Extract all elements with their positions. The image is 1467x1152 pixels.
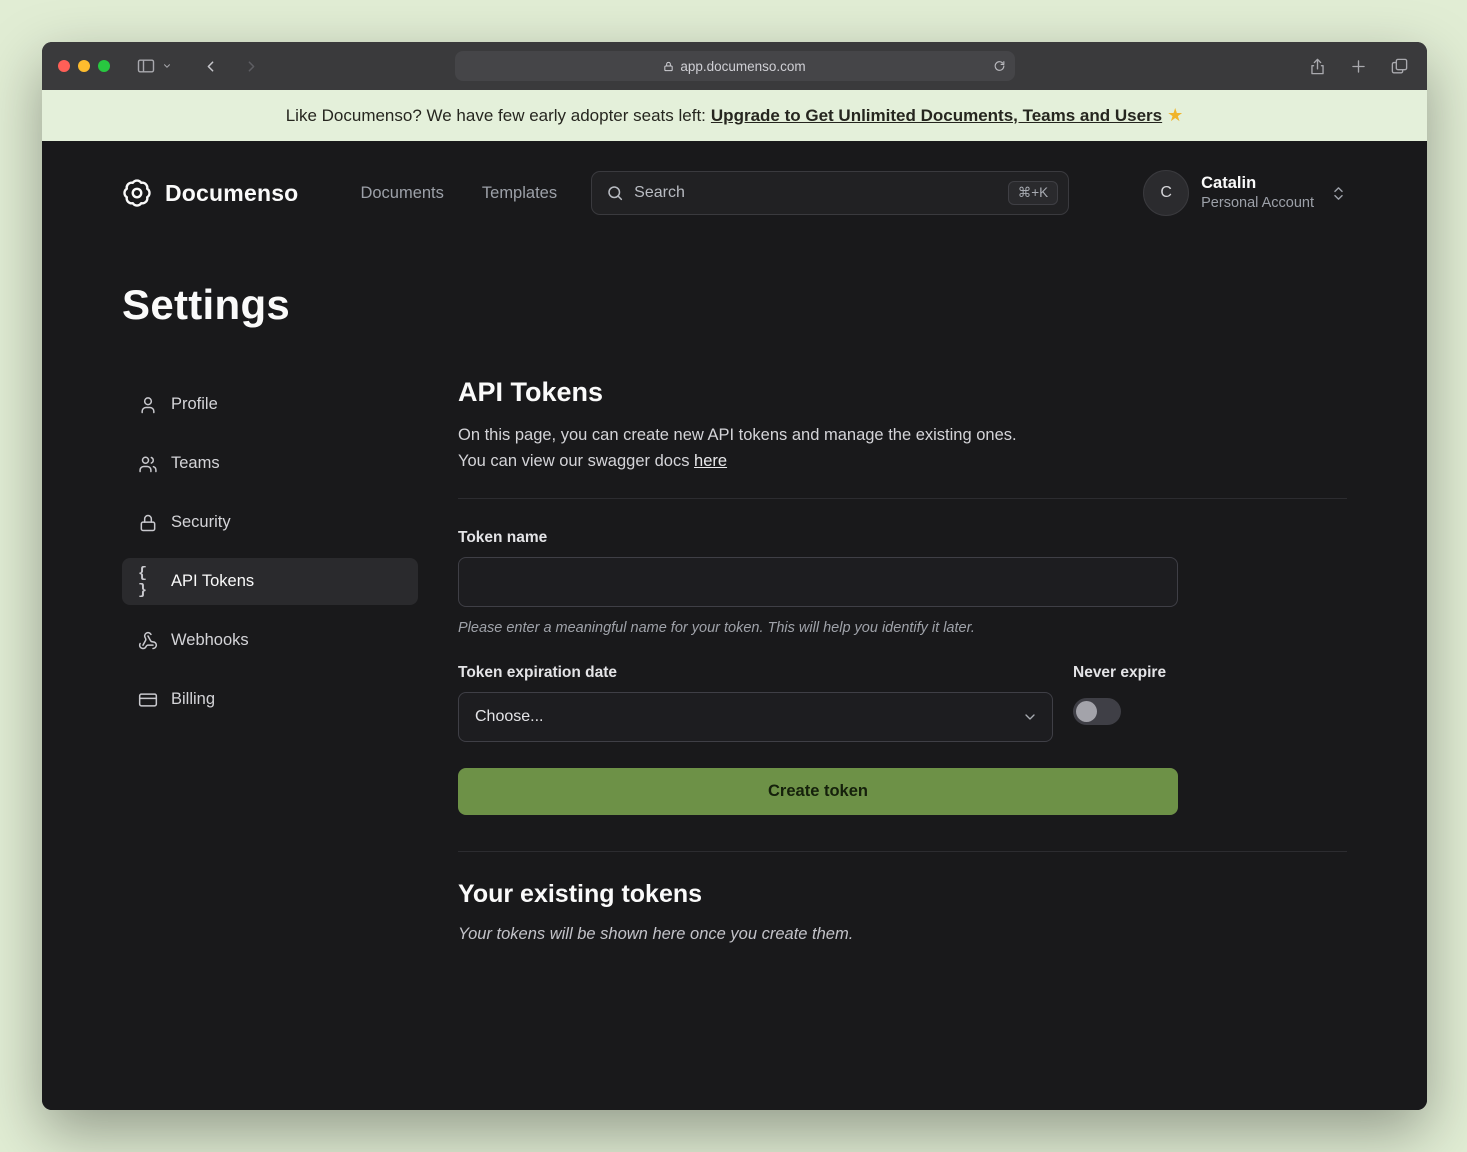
user-menu[interactable]: C Catalin Personal Account	[1143, 170, 1347, 216]
browser-window: app.documenso.com Like Documenso? We hav…	[42, 42, 1427, 1110]
chevron-down-icon	[1022, 709, 1038, 725]
promo-banner: Like Documenso? We have few early adopte…	[42, 90, 1427, 141]
settings-sidebar: Profile Teams Security { } API Token	[122, 381, 418, 944]
minimize-button[interactable]	[78, 60, 90, 72]
credit-card-icon	[138, 690, 158, 710]
star-icon: ★	[1167, 105, 1183, 126]
nav-templates[interactable]: Templates	[482, 184, 557, 203]
sidebar-item-teams[interactable]: Teams	[122, 440, 418, 487]
create-token-form: Token name Please enter a meaningful nam…	[458, 529, 1178, 815]
lock-icon	[138, 513, 158, 533]
user-icon	[138, 395, 158, 415]
panel-title: API Tokens	[458, 377, 1347, 408]
brand-name: Documenso	[165, 180, 298, 207]
panel-description-line1: On this page, you can create new API tok…	[458, 426, 1017, 444]
browser-titlebar: app.documenso.com	[42, 42, 1427, 90]
tab-overview-icon[interactable]	[1390, 57, 1409, 76]
search-icon	[606, 184, 624, 202]
expiration-select-value: Choose...	[475, 708, 543, 726]
brand-logo[interactable]: Documenso	[122, 178, 298, 208]
swagger-docs-link[interactable]: here	[694, 452, 727, 470]
sidebar-item-billing[interactable]: Billing	[122, 676, 418, 723]
sidebar-toggle-icon[interactable]	[136, 56, 156, 76]
existing-tokens-title: Your existing tokens	[458, 880, 1347, 909]
main-nav: Documents Templates	[360, 184, 557, 203]
fullscreen-button[interactable]	[98, 60, 110, 72]
search-shortcut-badge: ⌘+K	[1008, 181, 1058, 205]
address-bar-url: app.documenso.com	[680, 59, 805, 74]
global-search[interactable]: ⌘+K	[591, 171, 1069, 215]
token-name-helper: Please enter a meaningful name for your …	[458, 620, 1178, 636]
token-name-input[interactable]	[458, 557, 1178, 607]
token-name-label: Token name	[458, 529, 1178, 547]
toggle-knob	[1076, 701, 1097, 722]
braces-icon: { }	[138, 565, 158, 599]
users-icon	[138, 454, 158, 474]
sidebar-item-label: API Tokens	[171, 572, 254, 591]
sidebar-item-webhooks[interactable]: Webhooks	[122, 617, 418, 664]
new-tab-icon[interactable]	[1349, 57, 1368, 76]
user-account-type: Personal Account	[1201, 194, 1314, 213]
window-controls	[58, 60, 110, 72]
sidebar-item-label: Webhooks	[171, 631, 249, 650]
divider	[458, 851, 1347, 852]
never-expire-label: Never expire	[1073, 664, 1166, 682]
share-icon[interactable]	[1308, 57, 1327, 76]
close-button[interactable]	[58, 60, 70, 72]
create-token-button[interactable]: Create token	[458, 768, 1178, 815]
app-header: Documenso Documents Templates ⌘+K C Cata…	[42, 141, 1427, 245]
documenso-logo-icon	[122, 178, 152, 208]
existing-tokens-empty-message: Your tokens will be shown here once you …	[458, 925, 1347, 944]
promo-text: Like Documenso? We have few early adopte…	[286, 106, 706, 126]
existing-tokens-section: Your existing tokens Your tokens will be…	[458, 880, 1347, 944]
reload-icon[interactable]	[993, 60, 1006, 73]
page-title: Settings	[42, 245, 1427, 329]
sidebar-item-label: Billing	[171, 690, 215, 709]
divider	[458, 498, 1347, 499]
nav-documents[interactable]: Documents	[360, 184, 443, 203]
sidebar-item-profile[interactable]: Profile	[122, 381, 418, 428]
forward-button-icon[interactable]	[243, 58, 260, 75]
lock-icon	[663, 61, 674, 72]
chevrons-up-down-icon	[1330, 185, 1347, 202]
sidebar-item-label: Security	[171, 513, 231, 532]
search-input[interactable]	[634, 184, 998, 202]
user-name: Catalin	[1201, 173, 1314, 194]
sidebar-item-security[interactable]: Security	[122, 499, 418, 546]
panel-description: On this page, you can create new API tok…	[458, 423, 1347, 474]
avatar[interactable]: C	[1143, 170, 1189, 216]
app-content: Documenso Documents Templates ⌘+K C Cata…	[42, 141, 1427, 1110]
expiration-label: Token expiration date	[458, 664, 1053, 682]
api-tokens-panel: API Tokens On this page, you can create …	[458, 381, 1347, 944]
sidebar-item-api-tokens[interactable]: { } API Tokens	[122, 558, 418, 605]
webhook-icon	[138, 631, 158, 651]
expiration-select[interactable]: Choose...	[458, 692, 1053, 742]
sidebar-item-label: Teams	[171, 454, 220, 473]
sidebar-item-label: Profile	[171, 395, 218, 414]
panel-description-line2: You can view our swagger docs	[458, 452, 694, 470]
back-button-icon[interactable]	[202, 58, 219, 75]
upgrade-link[interactable]: Upgrade to Get Unlimited Documents, Team…	[711, 106, 1162, 126]
never-expire-toggle[interactable]	[1073, 698, 1121, 725]
sidebar-dropdown-chevron-icon[interactable]	[162, 61, 172, 71]
address-bar[interactable]: app.documenso.com	[455, 51, 1015, 81]
